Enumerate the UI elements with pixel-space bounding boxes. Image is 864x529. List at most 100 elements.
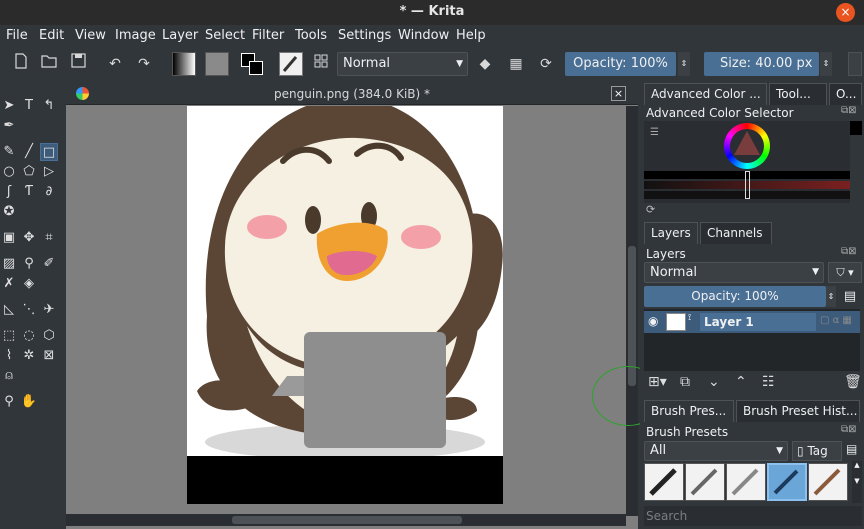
brush-editor-icon[interactable]	[310, 53, 332, 75]
freehand-selection-icon[interactable]: ⌇	[0, 347, 18, 365]
menu-image[interactable]: Image	[115, 28, 156, 43]
color-swatches[interactable]	[241, 53, 263, 75]
multibrush-icon[interactable]: ✪	[0, 203, 18, 221]
close-window-button[interactable]: ×	[836, 3, 855, 22]
menu-settings[interactable]: Settings	[338, 28, 391, 43]
document-tab-title[interactable]: penguin.png (384.0 KiB) *	[66, 87, 638, 101]
dynamic-brush-icon[interactable]: ∂	[40, 183, 58, 201]
gradient-preset-swatch[interactable]	[172, 52, 196, 76]
layer-name[interactable]: Layer 1	[700, 313, 816, 331]
tab-brush-preset-history[interactable]: Brush Preset Hist...	[736, 400, 860, 422]
preserve-alpha-icon[interactable]: ▦	[505, 53, 527, 75]
menu-layer[interactable]: Layer	[162, 28, 198, 43]
layer-opacity-slider[interactable]: Opacity: 100%	[644, 286, 826, 307]
menu-window[interactable]: Window	[398, 28, 449, 43]
polygon-tool-icon[interactable]: ⬠	[20, 163, 38, 181]
layer-filter-button[interactable]: ⛉ ▾	[828, 262, 862, 283]
menu-edit[interactable]: Edit	[39, 28, 64, 43]
reload-preset-icon[interactable]: ⟳	[535, 53, 557, 75]
zoom-tool-icon[interactable]: ⚲	[0, 393, 18, 411]
elliptical-selection-icon[interactable]: ◌	[20, 327, 38, 345]
brush-preset-selected[interactable]	[767, 463, 807, 501]
menu-tools[interactable]: Tools	[295, 28, 327, 43]
tab-layers[interactable]: Layers	[644, 222, 698, 244]
smart-patch-icon[interactable]: ✗	[0, 275, 18, 293]
menu-filter[interactable]: Filter	[252, 28, 284, 43]
eye-visibility-icon[interactable]: ◉	[648, 314, 658, 328]
undo-icon[interactable]: ↶	[104, 53, 126, 75]
layer-flags-icons[interactable]: ▢ α ▦	[820, 315, 852, 326]
color-settings-icon[interactable]: ☰	[650, 127, 659, 138]
eraser-icon[interactable]: ◆	[474, 53, 496, 75]
pan-tool-icon[interactable]: ✋	[20, 393, 38, 411]
gradient-tool-icon[interactable]: ▨	[0, 255, 18, 273]
fill-tool-icon[interactable]: ◈	[20, 275, 38, 293]
assistant-tool-icon[interactable]: ◺	[0, 301, 18, 319]
tab-advanced-color[interactable]: Advanced Color ...	[644, 83, 767, 105]
menu-help[interactable]: Help	[456, 28, 486, 43]
new-document-icon[interactable]	[10, 53, 32, 75]
vertical-scroll-handle[interactable]	[628, 246, 636, 386]
brush-view-options-icon[interactable]: ▤	[846, 442, 857, 456]
rectangular-selection-icon[interactable]: ⬚	[0, 327, 18, 345]
tab-brush-presets[interactable]: Brush Pres...	[644, 400, 734, 422]
close-document-button[interactable]: ×	[611, 86, 626, 101]
canvas-vertical-scrollbar[interactable]	[626, 106, 638, 516]
color-triangle[interactable]	[732, 129, 762, 159]
opacity-spin-arrows[interactable]: ⇕	[678, 52, 690, 76]
similar-selection-icon[interactable]: ⊠	[40, 347, 58, 365]
hue-ring[interactable]	[724, 123, 770, 169]
bezier-curve-icon[interactable]: ʃ	[0, 183, 18, 201]
document-canvas[interactable]	[187, 106, 503, 504]
size-spin-arrows[interactable]: ⇕	[820, 52, 832, 76]
freehand-path-icon[interactable]: Ƭ	[20, 183, 38, 201]
tag-button[interactable]: ▯ Tag	[792, 441, 842, 461]
background-color-swatch[interactable]	[249, 61, 263, 75]
open-folder-icon[interactable]	[38, 53, 60, 75]
layers-float-close-icons[interactable]: ⧉⊠	[841, 246, 857, 257]
move-tool-icon[interactable]: ✥	[20, 229, 38, 247]
brush-preset-ink[interactable]	[644, 463, 684, 501]
transform-tool-icon[interactable]: ▣	[0, 229, 18, 247]
layer-properties-list-icon[interactable]: ☷	[762, 374, 775, 390]
edit-shapes-icon[interactable]: ↰	[40, 97, 58, 115]
brush-search-input[interactable]: Search	[644, 506, 862, 526]
calligraphy-icon[interactable]: ✒	[0, 117, 18, 135]
horizontal-scroll-handle[interactable]	[232, 516, 462, 524]
delete-layer-icon[interactable]: 🗑	[844, 374, 862, 390]
tab-tool-options[interactable]: Tool...	[769, 83, 827, 105]
opacity-slider[interactable]: Opacity: 100%	[565, 52, 676, 76]
tab-channels[interactable]: Channels	[700, 222, 772, 244]
measure-tool-icon[interactable]: ⋱	[20, 301, 38, 319]
move-layer-down-icon[interactable]: ⌄	[708, 374, 720, 390]
brush-preset-airbrush[interactable]	[726, 463, 766, 501]
ellipse-tool-icon[interactable]: ○	[0, 163, 18, 181]
pattern-swatch[interactable]	[205, 52, 229, 76]
polyline-tool-icon[interactable]: ▷	[40, 163, 58, 181]
select-shapes-icon[interactable]: ➤	[0, 97, 18, 115]
brush-preset-button[interactable]	[279, 52, 303, 76]
rectangle-tool-icon[interactable]: □	[40, 143, 58, 161]
line-tool-icon[interactable]: ╱	[20, 143, 38, 161]
color-picker-icon[interactable]: ⚲	[20, 255, 38, 273]
toolbar-overflow[interactable]	[848, 52, 862, 76]
contiguous-selection-icon[interactable]: ✲	[20, 347, 38, 365]
polygonal-selection-icon[interactable]: ⬡	[40, 327, 58, 345]
brush-tag-filter-select[interactable]: All ▼	[644, 441, 788, 461]
freehand-brush-icon[interactable]: ✎	[0, 143, 18, 161]
colorize-mask-icon[interactable]: ✐	[40, 255, 58, 273]
redo-icon[interactable]: ↷	[133, 53, 155, 75]
tab-overview[interactable]: O...	[829, 83, 862, 105]
move-layer-up-icon[interactable]: ⌃	[735, 374, 747, 390]
docker-float-close-icons[interactable]: ⧉⊠	[841, 105, 857, 116]
color-selector-panel[interactable]: ☰	[644, 121, 850, 203]
menu-select[interactable]: Select	[205, 28, 245, 43]
reference-images-icon[interactable]: ✈	[40, 301, 58, 319]
brush-preset-pencil[interactable]	[685, 463, 725, 501]
save-icon[interactable]	[67, 53, 89, 75]
menu-file[interactable]: File	[6, 28, 28, 43]
add-layer-icon[interactable]: ⊞▾	[648, 374, 667, 390]
layer-blend-mode-select[interactable]: Normal ▼	[644, 262, 824, 283]
color-bar-cursor[interactable]	[745, 171, 750, 199]
blend-mode-select[interactable]: Normal ▼	[337, 52, 468, 76]
